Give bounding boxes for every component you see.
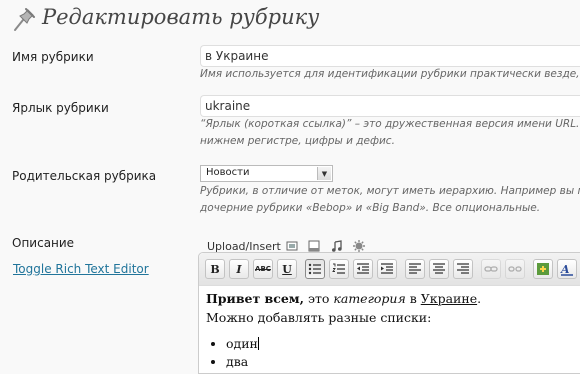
outdent-icon <box>357 263 369 274</box>
indent-button[interactable] <box>377 259 397 279</box>
editor-content[interactable]: Привет всем, это категория в Украине. Мо… <box>206 289 580 371</box>
align-left-button[interactable] <box>405 259 425 279</box>
add-audio-icon[interactable] <box>330 239 344 253</box>
kitchen-sink-icon <box>537 263 549 275</box>
editor-underlined-text: Украине <box>420 291 478 306</box>
align-right-button[interactable] <box>453 259 473 279</box>
strikethrough-button[interactable]: ABC <box>253 259 273 279</box>
pushpin-icon <box>14 8 35 31</box>
bullet-list-icon <box>308 263 321 275</box>
slug-description-line1: “Ярлык (короткая ссылка)” – это дружеств… <box>200 118 580 130</box>
link-icon <box>484 266 498 272</box>
page-title: Редактировать рубрику <box>42 5 320 29</box>
name-label: Имя рубрики <box>12 50 94 64</box>
toggle-rich-text-editor-link[interactable]: Toggle Rich Text Editor <box>13 262 149 276</box>
name-input[interactable]: в Украине <box>200 45 580 67</box>
italic-button[interactable]: I <box>229 259 249 279</box>
numbered-list-icon <box>332 263 345 274</box>
unlink-button[interactable] <box>505 259 525 279</box>
parent-select[interactable]: Новости ▼ <box>200 165 333 182</box>
bullet-list-button[interactable] <box>305 259 325 279</box>
add-media-icon[interactable] <box>352 239 366 253</box>
editor-line-2: Можно добавлять разные списки: <box>206 310 432 325</box>
align-right-icon <box>457 263 469 274</box>
editor-text-1: это <box>304 291 334 306</box>
text-caret <box>257 337 259 350</box>
align-center-button[interactable] <box>429 259 449 279</box>
text-color-icon: A <box>560 263 573 276</box>
add-image-icon[interactable] <box>285 239 299 253</box>
editor-italic-text: категория <box>333 291 406 306</box>
align-center-icon <box>433 263 445 274</box>
parent-label: Родительская рубрика <box>12 169 157 183</box>
indent-icon <box>381 263 393 274</box>
add-video-icon[interactable] <box>307 239 321 253</box>
slug-description-line2: нижнем регистре, цифры и дефис. <box>200 135 395 147</box>
align-left-icon <box>409 263 421 274</box>
editor-text-3: . <box>477 291 482 306</box>
parent-description-line1: Рубрики, в отличие от меток, могут иметь… <box>200 185 580 197</box>
text-color-button[interactable]: A <box>557 259 577 279</box>
parent-select-value: Новости <box>206 167 250 178</box>
slug-input[interactable]: ukraine <box>200 95 580 117</box>
insert-link-button[interactable] <box>481 259 501 279</box>
underline-button[interactable]: U <box>277 259 297 279</box>
list-item: два <box>226 353 580 371</box>
editor-bold-text: Привет всем, <box>206 291 305 306</box>
chevron-down-icon: ▼ <box>317 167 331 180</box>
outdent-button[interactable] <box>353 259 373 279</box>
svg-text:A: A <box>560 263 570 276</box>
parent-description-line2: дочерние рубрики «Bebop» и «Big Band». В… <box>200 202 541 214</box>
unlink-icon <box>508 266 522 272</box>
slug-label: Ярлык рубрики <box>12 101 109 115</box>
description-label: Описание <box>12 236 75 250</box>
kitchen-sink-button[interactable] <box>533 259 553 279</box>
bold-button[interactable]: B <box>205 259 225 279</box>
name-description: Имя используется для идентификации рубри… <box>200 68 580 80</box>
editor-text-2: в <box>405 291 421 306</box>
numbered-list-button[interactable] <box>329 259 349 279</box>
editor-line-1: Привет всем, это категория в Украине. <box>206 289 580 308</box>
list-item: один <box>226 335 580 353</box>
